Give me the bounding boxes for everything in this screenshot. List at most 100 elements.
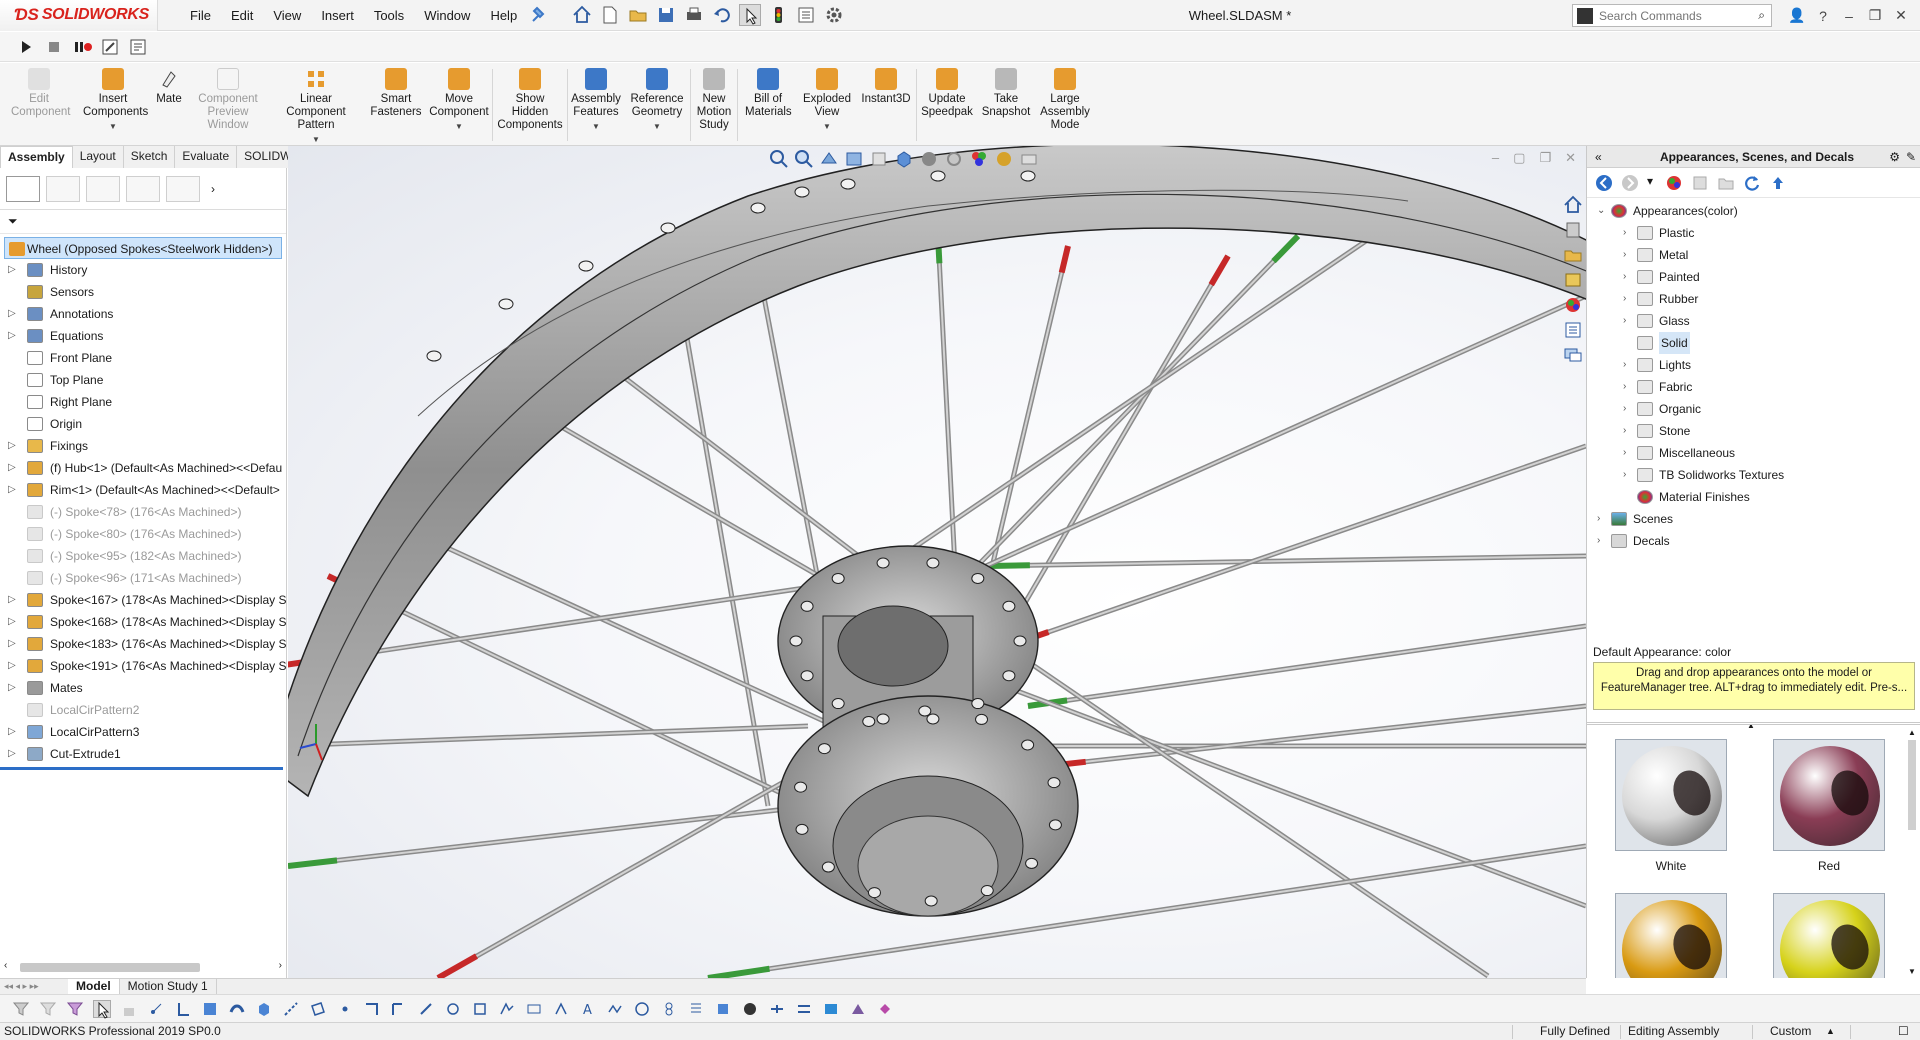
appearance-tree-item[interactable]: › Lights	[1587, 354, 1920, 376]
zoom-to-fit-icon[interactable]	[768, 148, 790, 170]
appearance-tree-item[interactable]: › Miscellaneous	[1587, 442, 1920, 464]
expand-arrow-icon[interactable]: ›	[1623, 398, 1626, 420]
linear-component-pattern-button[interactable]: Linear Component Pattern ▼	[266, 63, 366, 145]
scroll-up-icon[interactable]: ▲	[1908, 728, 1916, 737]
traffic-light-icon[interactable]	[767, 4, 789, 26]
show-hidden-components-button[interactable]: Show Hidden Components	[493, 63, 567, 145]
configuration-manager-tab-icon[interactable]	[86, 175, 120, 202]
filter-welds-icon[interactable]	[876, 1000, 894, 1018]
expand-arrow-icon[interactable]: ›	[1623, 464, 1626, 486]
component-preview-window-button[interactable]: Component Preview Window	[190, 63, 266, 145]
home-icon[interactable]	[571, 4, 593, 26]
filter-midpoints-icon[interactable]	[390, 1000, 408, 1018]
collapse-arrow-icon[interactable]: ⌄	[1597, 200, 1605, 222]
reference-geometry-button[interactable]: Reference Geometry ▼	[624, 63, 690, 145]
section-view-icon[interactable]	[843, 148, 865, 170]
instant3d-button[interactable]: Instant3D	[856, 63, 916, 145]
filter-planes-icon[interactable]	[309, 1000, 327, 1018]
clear-filters-icon[interactable]	[39, 1000, 57, 1018]
unit-system-dropdown-icon[interactable]: ▲	[1826, 1023, 1835, 1040]
filter-edges-icon[interactable]	[174, 1000, 192, 1018]
view-settings-icon[interactable]	[1018, 148, 1040, 170]
view-orientation-icon[interactable]	[893, 148, 915, 170]
expand-arrow-icon[interactable]: ▷	[8, 325, 18, 347]
filter-blocks-icon[interactable]	[714, 1000, 732, 1018]
filter-notes-icon[interactable]: A	[579, 1000, 597, 1018]
expand-panel-icon[interactable]: ›	[206, 176, 220, 202]
new-macro-icon[interactable]	[128, 37, 148, 57]
appearance-tree-item[interactable]: › Scenes	[1587, 508, 1920, 530]
task-pane-options-icon[interactable]: ⚙	[1889, 146, 1900, 168]
tree-item[interactable]: (-) Spoke<80> (176<As Machined>)	[0, 523, 286, 545]
tree-item[interactable]: LocalCirPattern2	[0, 699, 286, 721]
filter-balloons-icon[interactable]	[633, 1000, 651, 1018]
expand-arrow-icon[interactable]: ▷	[8, 677, 18, 699]
expand-arrow-icon[interactable]: ›	[1597, 508, 1600, 530]
tree-item[interactable]: ▷ Spoke<167> (178<As Machined><Display St	[0, 589, 286, 611]
filter-axes-icon[interactable]	[282, 1000, 300, 1018]
tree-item[interactable]: Front Plane	[0, 347, 286, 369]
tree-item[interactable]: ▷ LocalCirPattern3	[0, 721, 286, 743]
linear-pattern-dropdown-icon[interactable]: ▼	[312, 133, 320, 146]
insert-components-dropdown-icon[interactable]: ▼	[109, 120, 117, 133]
back-icon[interactable]	[1595, 174, 1613, 192]
unit-system[interactable]: Custom	[1770, 1023, 1811, 1040]
tree-item[interactable]: ▷ (f) Hub<1> (Default<As Machined><<Defau	[0, 457, 286, 479]
play-macro-icon[interactable]	[16, 37, 36, 57]
mate-button[interactable]: Mate	[148, 63, 190, 145]
filter-centermarks-icon[interactable]	[417, 1000, 435, 1018]
menu-window[interactable]: Window	[414, 0, 480, 31]
update-speedpak-button[interactable]: Update Speedpak	[917, 63, 977, 145]
custom-properties-icon[interactable]	[1562, 319, 1584, 341]
open-folder-icon[interactable]	[627, 4, 649, 26]
user-icon[interactable]: 👤	[1784, 7, 1810, 24]
menu-help[interactable]: Help	[480, 0, 527, 31]
expand-arrow-icon[interactable]: ›	[1623, 442, 1626, 464]
filter-connection-points-icon[interactable]	[768, 1000, 786, 1018]
display-style-icon[interactable]	[918, 148, 940, 170]
select-all-filters-icon[interactable]	[66, 1000, 84, 1018]
appearance-tree-item[interactable]: › Decals	[1587, 530, 1920, 552]
help-icon[interactable]: ?	[1810, 8, 1836, 24]
new-document-icon[interactable]	[599, 4, 621, 26]
tab-motion-study-1[interactable]: Motion Study 1	[120, 979, 217, 994]
filter-datum-icon[interactable]	[525, 1000, 543, 1018]
filter-surface-bodies-icon[interactable]	[228, 1000, 246, 1018]
filter-cosmetic-threads-icon[interactable]	[687, 1000, 705, 1018]
tab-assembly[interactable]: Assembly	[0, 146, 73, 168]
appearance-tree-item[interactable]: Material Finishes	[1587, 486, 1920, 508]
filter-icon[interactable]: ⏷	[8, 214, 18, 229]
expand-arrow-icon[interactable]: ▷	[8, 457, 18, 479]
filter-solid-bodies-icon[interactable]	[255, 1000, 273, 1018]
expand-arrow-icon[interactable]: ›	[1597, 530, 1600, 552]
edit-appearance-icon[interactable]	[968, 148, 990, 170]
tree-item[interactable]: (-) Spoke<95> (182<As Machined>)	[0, 545, 286, 567]
collapse-task-pane-icon[interactable]: «	[1595, 146, 1602, 168]
appearance-swatch[interactable]: White	[1601, 739, 1741, 873]
pin-icon[interactable]	[529, 4, 551, 26]
expand-arrow-icon[interactable]: ›	[1623, 266, 1626, 288]
scroll-left-icon[interactable]: ‹	[4, 960, 7, 971]
tab-model[interactable]: Model	[68, 979, 120, 994]
restore-icon[interactable]: ❐	[1862, 7, 1888, 24]
selection-filter-lock-icon[interactable]	[120, 1000, 138, 1018]
expand-arrow-icon[interactable]: ▷	[8, 633, 18, 655]
record-macro-icon[interactable]	[72, 37, 92, 57]
appearance-tree-item[interactable]: › Metal	[1587, 244, 1920, 266]
search-commands-box[interactable]: ⌕	[1572, 4, 1772, 27]
select-cursor-icon[interactable]	[93, 999, 111, 1019]
tab-evaluate[interactable]: Evaluate	[175, 146, 238, 168]
view-palette-icon[interactable]	[1562, 269, 1584, 291]
tree-item[interactable]: ▷ Fixings	[0, 435, 286, 457]
minimize-icon[interactable]: –	[1836, 8, 1862, 24]
tree-item[interactable]: Sensors	[0, 281, 286, 303]
expand-arrow-icon[interactable]: ▷	[8, 611, 18, 633]
tree-item[interactable]: (-) Spoke<96> (171<As Machined>)	[0, 567, 286, 589]
bill-of-materials-button[interactable]: Bill of Materials	[738, 63, 798, 145]
appearance-tree-item[interactable]: ⌄ Appearances(color)	[1587, 200, 1920, 222]
menu-view[interactable]: View	[263, 0, 311, 31]
appearance-tree-item[interactable]: › TB Solidworks Textures	[1587, 464, 1920, 486]
expand-arrow-icon[interactable]: ▷	[8, 259, 18, 281]
tree-item[interactable]: ▷ History	[0, 259, 286, 281]
add-folder-icon[interactable]	[1717, 174, 1735, 192]
